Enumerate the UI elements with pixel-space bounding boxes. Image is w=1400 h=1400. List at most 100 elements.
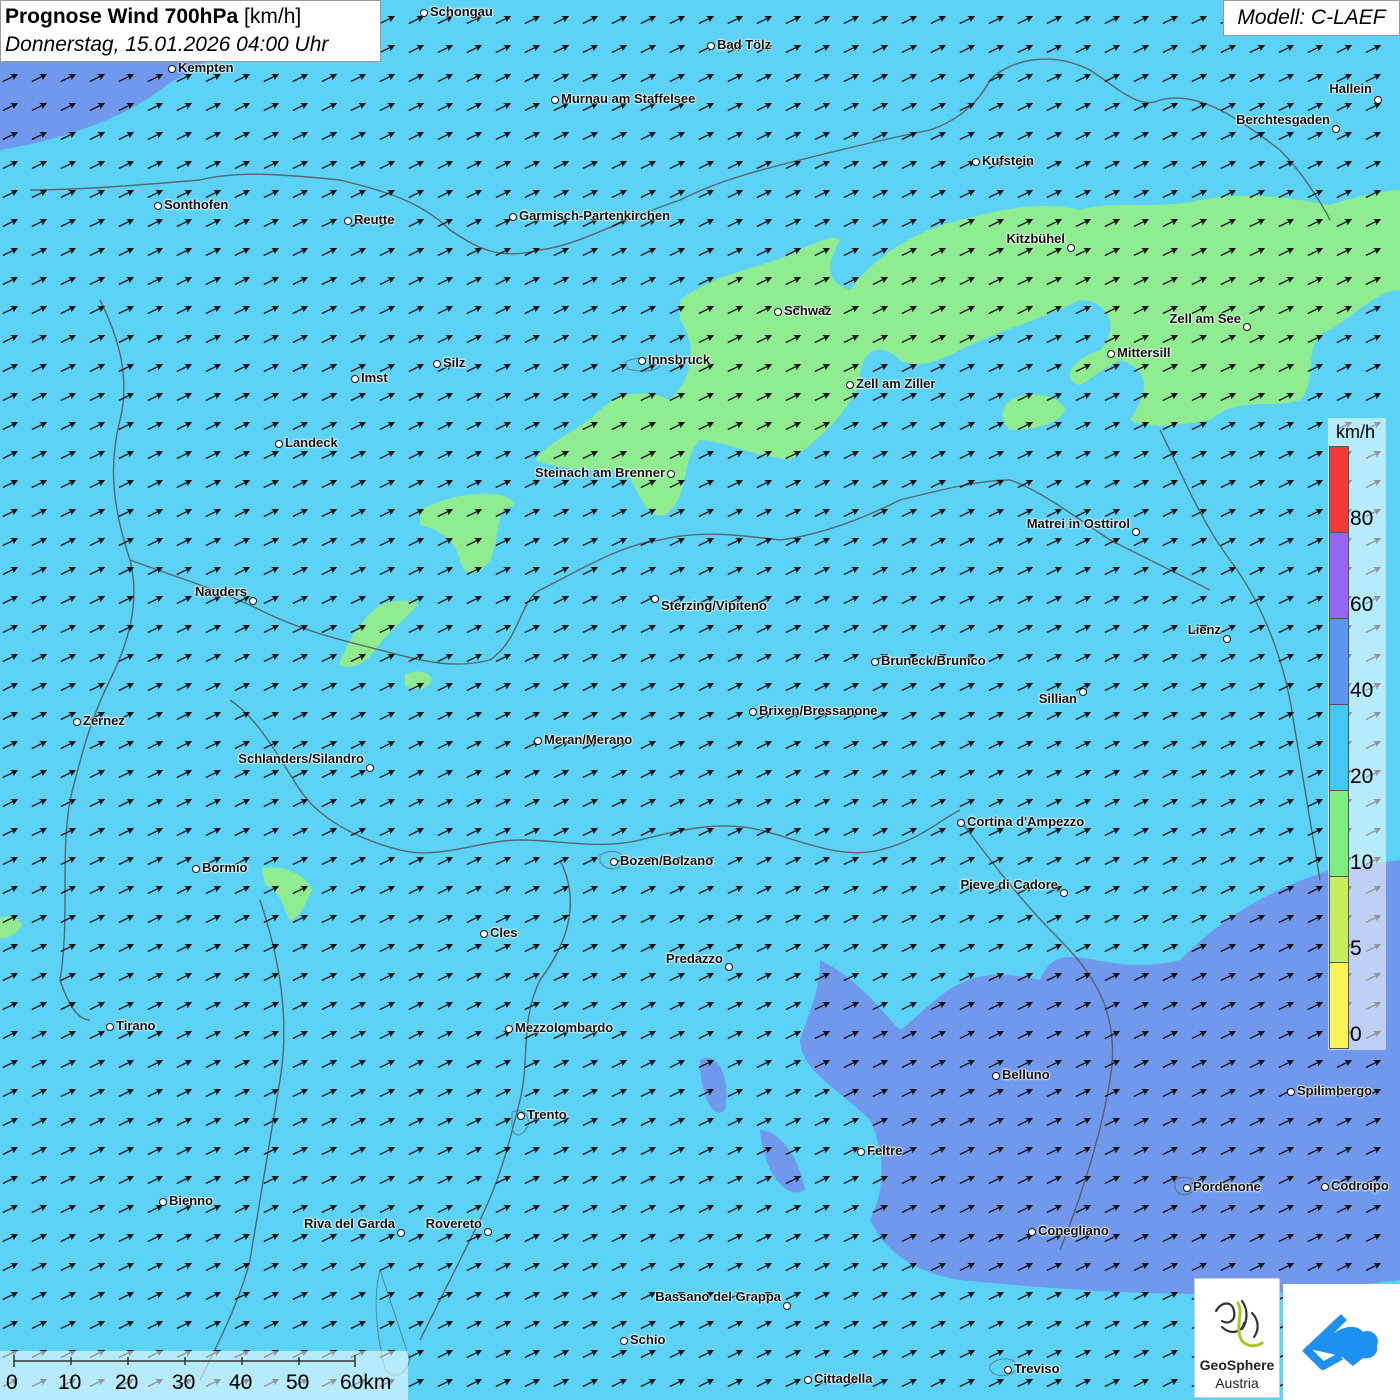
wind-arrow	[1191, 595, 1208, 605]
wind-arrow	[31, 1059, 48, 1069]
wind-arrow	[988, 1349, 1005, 1359]
wind-arrow	[205, 1175, 222, 1185]
wind-arrow	[2, 711, 19, 721]
wind-arrow	[437, 1030, 454, 1040]
wind-arrow	[205, 1030, 222, 1040]
wind-arrow	[1046, 73, 1063, 83]
wind-arrow	[89, 769, 106, 779]
wind-arrow	[2, 682, 19, 692]
wind-arrow	[1365, 1262, 1382, 1272]
wind-arrow	[1133, 1175, 1150, 1185]
wind-arrow	[263, 682, 280, 692]
wind-arrow	[292, 1059, 309, 1069]
wind-arrow	[31, 1088, 48, 1098]
wind-arrow	[930, 363, 947, 373]
wind-arrow	[1307, 972, 1324, 982]
wind-arrow	[1307, 450, 1324, 460]
wind-arrow	[408, 1320, 425, 1330]
wind-arrow	[495, 363, 512, 373]
wind-arrow	[959, 1030, 976, 1040]
city-label: Sterzing/Vipiteno	[661, 598, 767, 613]
wind-arrow	[350, 653, 367, 663]
wind-arrow	[553, 885, 570, 895]
wind-arrow	[292, 537, 309, 547]
wind-arrow	[582, 131, 599, 141]
wind-arrow	[2, 131, 19, 141]
wind-arrow	[495, 1088, 512, 1098]
wind-arrow	[2, 537, 19, 547]
wind-arrow	[959, 218, 976, 228]
wind-arrow	[60, 102, 77, 112]
wind-arrow	[292, 798, 309, 808]
wind-arrow	[553, 276, 570, 286]
wind-arrow	[379, 653, 396, 663]
wind-arrow	[350, 1146, 367, 1156]
wind-arrow	[31, 276, 48, 286]
wind-arrow	[698, 392, 715, 402]
wind-arrow	[263, 885, 280, 895]
wind-arrow	[60, 1117, 77, 1127]
wind-arrow	[60, 827, 77, 837]
wind-arrow	[930, 1117, 947, 1127]
wind-arrow	[1220, 682, 1237, 692]
wind-arrow	[60, 740, 77, 750]
wind-arrow	[2, 856, 19, 866]
wind-arrow	[698, 682, 715, 692]
wind-arrow	[698, 1175, 715, 1185]
wind-arrow	[89, 160, 106, 170]
wind-arrow	[640, 769, 657, 779]
wind-arrow	[930, 421, 947, 431]
wind-arrow	[466, 1349, 483, 1359]
wind-arrow	[611, 15, 628, 25]
geosphere-austria-logo[interactable]: GeoSphere Austria	[1194, 1278, 1280, 1398]
wind-arrow	[379, 1320, 396, 1330]
wind-arrow	[205, 479, 222, 489]
wind-arrow	[1162, 218, 1179, 228]
wind-arrow	[379, 1030, 396, 1040]
wind-arrow	[1104, 334, 1121, 344]
wind-arrow	[959, 189, 976, 199]
wind-arrow	[669, 624, 686, 634]
wind-arrow	[31, 73, 48, 83]
wind-arrow	[408, 276, 425, 286]
wind-arrow	[553, 189, 570, 199]
legend-swatch-60	[1329, 532, 1349, 619]
wind-arrow	[727, 740, 744, 750]
wind-arrow	[31, 508, 48, 518]
wind-arrow	[640, 15, 657, 25]
wind-arrow	[234, 914, 251, 924]
wind-arrow	[31, 131, 48, 141]
wind-arrow	[205, 102, 222, 112]
wind-arrow	[234, 827, 251, 837]
wind-arrow	[930, 566, 947, 576]
wind-arrow	[756, 653, 773, 663]
wind-forecast-map: Schongau Bad Tölz Kempten Murnau am Staf…	[0, 0, 1400, 1400]
wind-arrow	[176, 972, 193, 982]
wind-arrow	[553, 160, 570, 170]
wind-arrow	[1220, 885, 1237, 895]
wind-arrow	[843, 566, 860, 576]
wind-arrow	[930, 102, 947, 112]
wind-arrow	[60, 392, 77, 402]
wind-arrow	[1133, 131, 1150, 141]
wind-arrow	[292, 1262, 309, 1272]
wind-arrow	[89, 537, 106, 547]
wind-arrow	[1017, 595, 1034, 605]
wind-arrow	[263, 305, 280, 315]
cloud-arrow-logo[interactable]	[1283, 1284, 1400, 1400]
wind-arrow	[466, 1291, 483, 1301]
wind-arrow	[2, 1001, 19, 1011]
wind-arrow	[727, 160, 744, 170]
wind-arrow	[843, 334, 860, 344]
wind-arrow	[1278, 508, 1295, 518]
wind-arrow	[1365, 276, 1382, 286]
wind-arrow	[89, 856, 106, 866]
city-label: Murnau am Staffelsee	[561, 91, 696, 106]
wind-arrow	[1162, 276, 1179, 286]
wind-arrow	[118, 305, 135, 315]
wind-arrow	[31, 972, 48, 982]
wind-arrow	[988, 1146, 1005, 1156]
wind-arrow	[437, 624, 454, 634]
wind-arrow	[814, 421, 831, 431]
wind-arrow	[408, 508, 425, 518]
